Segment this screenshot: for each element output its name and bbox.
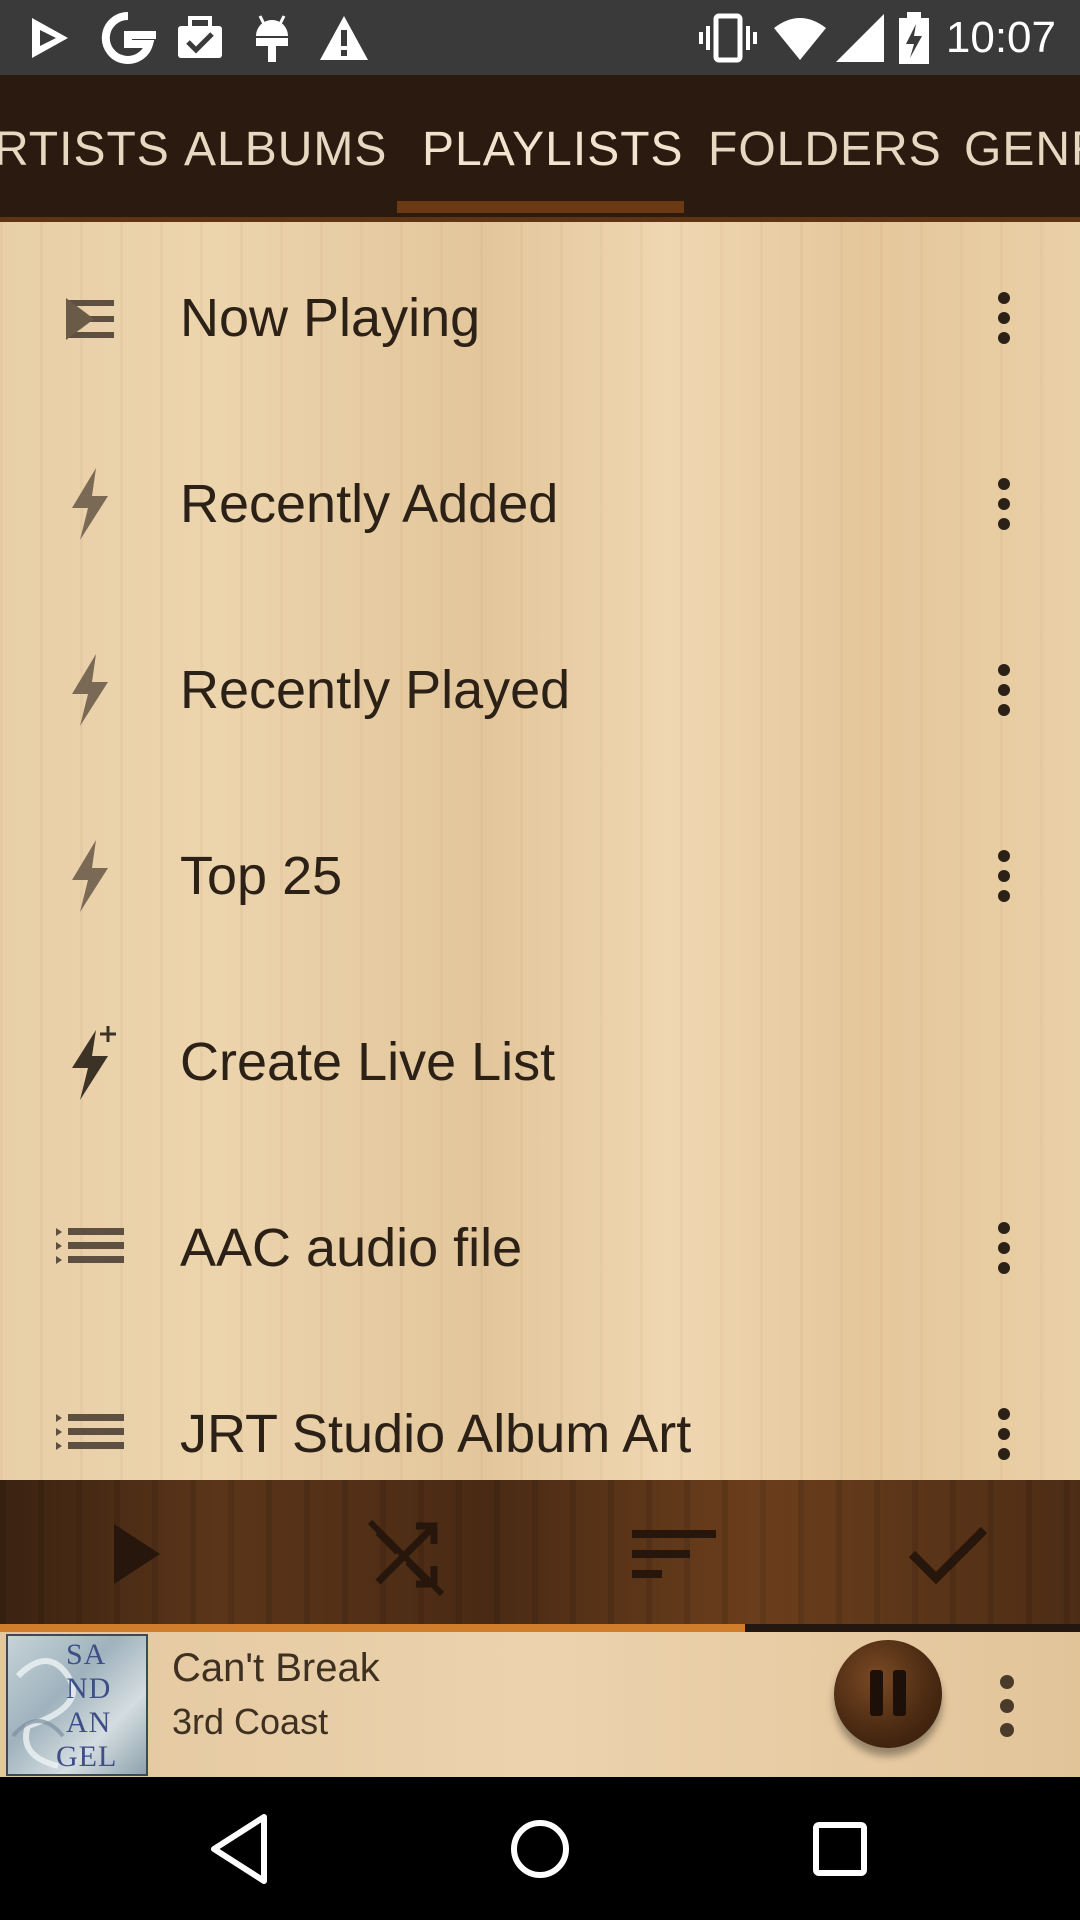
more-vert-icon[interactable] xyxy=(978,464,1030,544)
briefcase-icon xyxy=(178,16,222,58)
more-vert-icon[interactable] xyxy=(978,1394,1030,1474)
list-item-aac-audio-file[interactable]: AAC audio file xyxy=(0,1152,1080,1338)
album-art-text: SA xyxy=(66,1638,107,1671)
more-vert-icon[interactable] xyxy=(982,1662,1032,1762)
list-item-label: Create Live List xyxy=(180,1032,556,1092)
tab-bar: RTISTS ALBUMS PLAYLISTS FOLDERS GENR xyxy=(0,75,1080,222)
list-item-label: JRT Studio Album Art xyxy=(180,1404,692,1464)
track-artist: 3rd Coast xyxy=(172,1701,329,1742)
lightning-icon xyxy=(72,468,108,540)
system-nav-bar xyxy=(0,1777,1080,1920)
more-vert-icon[interactable] xyxy=(978,836,1030,916)
album-art-text: ND xyxy=(66,1672,112,1705)
shuffle-off-icon[interactable] xyxy=(356,1502,456,1602)
more-vert-icon[interactable] xyxy=(978,650,1030,730)
list-item-recently-played[interactable]: Recently Played xyxy=(0,594,1080,780)
playlist-list: Now Playing Recently Added Recently Play… xyxy=(0,222,1080,1480)
now-playing-list-icon xyxy=(66,298,114,340)
wifi-icon xyxy=(774,18,826,60)
warning-icon xyxy=(320,16,368,60)
tab-indicator xyxy=(397,201,684,213)
album-art-text: GEL xyxy=(56,1740,118,1773)
list-item-jrt-studio-album-art[interactable]: JRT Studio Album Art xyxy=(0,1338,1080,1480)
action-bar xyxy=(0,1480,1080,1624)
lightning-plus-icon xyxy=(72,1026,116,1100)
home-icon[interactable] xyxy=(498,1807,582,1891)
list-item-now-playing[interactable]: Now Playing xyxy=(0,222,1080,408)
vibrate-icon xyxy=(699,13,757,63)
recents-icon[interactable] xyxy=(798,1807,882,1891)
track-title: Can't Break xyxy=(172,1646,380,1690)
list-item-top-25[interactable]: Top 25 xyxy=(0,780,1080,966)
more-vert-icon[interactable] xyxy=(978,278,1030,358)
play-store-icon xyxy=(32,18,68,58)
lightning-icon xyxy=(72,654,108,726)
pause-icon xyxy=(893,1670,906,1716)
list-icon xyxy=(56,1414,124,1450)
list-item-label: Top 25 xyxy=(180,846,343,906)
sort-icon[interactable] xyxy=(624,1502,724,1602)
tab-artists[interactable]: RTISTS xyxy=(0,115,170,185)
battery-charging-icon xyxy=(899,12,929,64)
list-item-create-live-list[interactable]: Create Live List xyxy=(0,966,1080,1152)
tab-folders[interactable]: FOLDERS xyxy=(708,115,942,185)
list-item-label: AAC audio file xyxy=(180,1218,523,1278)
tab-genres[interactable]: GENR xyxy=(964,115,1080,185)
tab-playlists[interactable]: PLAYLISTS xyxy=(422,115,684,185)
status-bar: 10:07 xyxy=(0,0,1080,75)
google-icon xyxy=(101,11,156,64)
list-item-label: Recently Played xyxy=(180,660,571,720)
status-clock: 10:07 xyxy=(945,13,1056,62)
signal-icon xyxy=(836,14,884,62)
back-icon[interactable] xyxy=(198,1807,282,1891)
list-icon xyxy=(56,1228,124,1264)
album-art[interactable]: SA ND AN GEL xyxy=(6,1634,148,1776)
list-item-recently-added[interactable]: Recently Added xyxy=(0,408,1080,594)
play-icon[interactable] xyxy=(84,1502,184,1602)
android-icon xyxy=(256,15,288,62)
now-playing-bar[interactable]: SA ND AN GEL Can't Break 3rd Coast xyxy=(0,1632,1080,1777)
pause-icon xyxy=(870,1670,883,1716)
more-vert-icon[interactable] xyxy=(978,1208,1030,1288)
album-art-text: AN xyxy=(66,1706,112,1739)
list-item-label: Now Playing xyxy=(180,288,481,348)
playback-progress-fill xyxy=(0,1624,746,1632)
check-icon[interactable] xyxy=(898,1502,998,1602)
list-item-label: Recently Added xyxy=(180,474,559,534)
playback-progress[interactable] xyxy=(0,1624,1080,1632)
tab-albums[interactable]: ALBUMS xyxy=(184,115,387,185)
lightning-icon xyxy=(72,840,108,912)
pause-button[interactable] xyxy=(834,1640,942,1748)
